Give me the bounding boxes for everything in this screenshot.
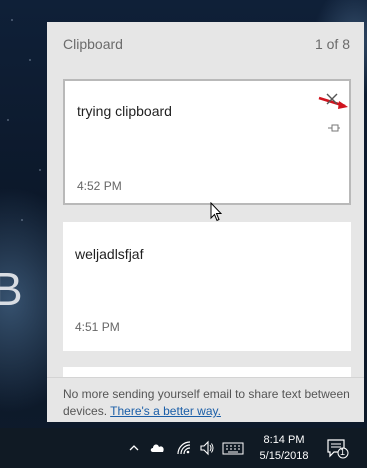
action-center-icon[interactable]: [326, 438, 350, 460]
wifi-icon[interactable]: [176, 440, 192, 456]
clipboard-item-time: 4:51 PM: [75, 320, 120, 334]
footer-message: No more sending yourself email to share …: [63, 386, 353, 420]
clipboard-item-text: weljadlsfjaf: [75, 246, 144, 262]
clipboard-panel: Clipboard 1 of 8 trying clipboard 4:52 P…: [47, 22, 364, 422]
clipboard-item-text: trying clipboard: [77, 103, 172, 119]
keyboard-icon[interactable]: [222, 440, 244, 456]
clock-date: 5/15/2018: [259, 450, 309, 462]
volume-icon[interactable]: [199, 440, 215, 456]
mouse-cursor-icon: [210, 202, 222, 222]
clipboard-title: Clipboard: [63, 36, 123, 52]
taskbar: 8:14 PM 5/15/2018 1: [0, 428, 367, 468]
onedrive-cloud-icon[interactable]: [149, 440, 167, 456]
clipboard-count: 1 of 8: [314, 36, 350, 52]
wallpaper-text: B: [0, 263, 27, 315]
clipboard-item[interactable]: weljadlsfjaf 4:51 PM: [63, 222, 351, 351]
clipboard-footer: No more sending yourself email to share …: [47, 377, 364, 422]
better-way-link[interactable]: There's a better way.: [110, 404, 221, 418]
clipboard-header: Clipboard 1 of 8: [47, 22, 364, 66]
close-icon[interactable]: [324, 91, 340, 107]
clipboard-item[interactable]: trying clipboard 4:52 PM: [63, 79, 351, 205]
chevron-up-icon[interactable]: [128, 440, 140, 456]
clock-time: 8:14 PM: [263, 434, 305, 446]
clipboard-item-time: 4:52 PM: [77, 179, 122, 193]
pin-icon[interactable]: [327, 123, 341, 133]
taskbar-clock[interactable]: 8:14 PM 5/15/2018: [256, 432, 312, 464]
notification-badge: 1: [340, 447, 346, 457]
